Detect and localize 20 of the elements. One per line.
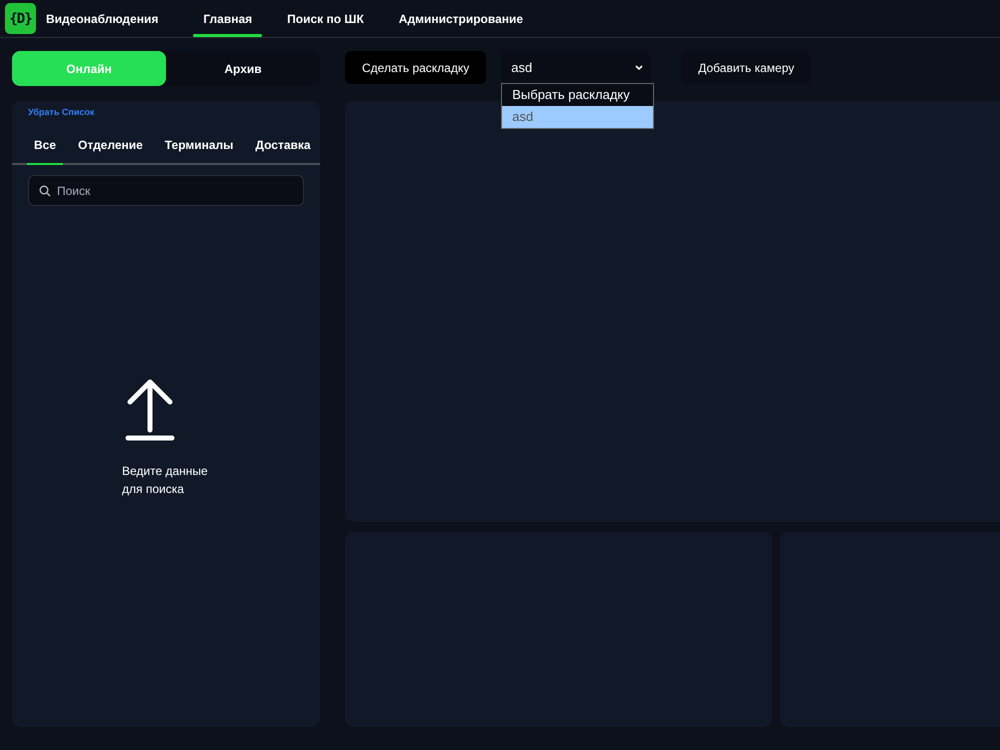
category-tab[interactable]: Отделение bbox=[71, 138, 150, 163]
add-camera-button[interactable]: Добавить камеру bbox=[681, 51, 812, 84]
category-tab[interactable]: Доставка bbox=[248, 138, 318, 163]
app-logo: {D} bbox=[5, 3, 36, 34]
make-layout-button[interactable]: Сделать раскладку bbox=[345, 51, 486, 84]
mode-tab[interactable]: Архив bbox=[166, 51, 320, 86]
search-field[interactable]: Поиск bbox=[28, 175, 304, 206]
brand-name: Видеонаблюдения bbox=[46, 12, 158, 26]
dropdown-option[interactable]: Выбрать раскладку bbox=[502, 84, 654, 106]
nav-tab[interactable]: Главная bbox=[193, 0, 262, 37]
hide-list-link[interactable]: Убрать Список bbox=[28, 107, 94, 117]
category-tab[interactable]: Все bbox=[27, 138, 64, 163]
chevron-down-icon bbox=[635, 64, 644, 70]
nav-tab[interactable]: Поиск по ШК bbox=[277, 0, 374, 37]
empty-message: Ведите данные для поиска bbox=[122, 463, 209, 498]
nav-tab[interactable]: Администрирование bbox=[388, 0, 534, 37]
search-icon bbox=[39, 185, 51, 197]
layout-select[interactable]: asd bbox=[501, 51, 652, 84]
category-tab[interactable]: Терминалы bbox=[158, 138, 240, 163]
dropdown-option[interactable]: asd bbox=[502, 106, 654, 128]
